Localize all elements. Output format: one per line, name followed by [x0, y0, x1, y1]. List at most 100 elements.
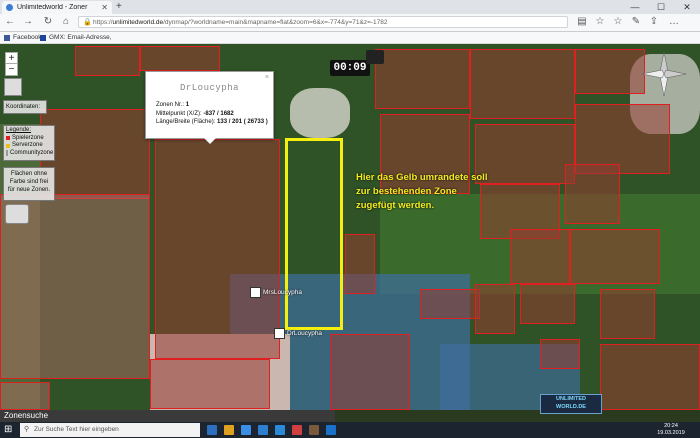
player-head-icon	[250, 287, 261, 298]
zone-claim[interactable]	[40, 109, 150, 199]
zone-claim[interactable]	[375, 49, 470, 109]
legend-item: Spielerzone	[6, 135, 52, 143]
zone-claim[interactable]	[75, 46, 140, 76]
annotation-line: zugefügt werden.	[356, 200, 435, 211]
task-view-icon[interactable]	[207, 425, 217, 435]
zone-claim[interactable]	[510, 229, 570, 284]
minecraft-icon[interactable]	[309, 425, 319, 435]
zone-claim[interactable]	[470, 49, 575, 119]
zone-info-popup: × DrLoucypha Zonen Nr.: 1 Mittelpunkt (X…	[145, 71, 274, 144]
favorite-star-icon[interactable]: ☆	[594, 16, 606, 27]
zone-search-bar[interactable]: Zonensuche	[0, 410, 335, 422]
bookmark-label: GMX: Email-Adresse,	[49, 34, 112, 41]
legend-title: Legende:	[6, 127, 32, 133]
popup-row-label: Länge/Breite (Fläche):	[156, 119, 216, 125]
app-icon[interactable]	[292, 425, 302, 435]
zone-claim[interactable]	[540, 339, 580, 369]
info-panel: Flächen ohne Farbe sind frei für neue Zo…	[3, 167, 55, 201]
legend-swatch	[6, 150, 8, 157]
close-popup-icon[interactable]: ×	[265, 74, 269, 81]
tab-title: Unlimitedworld - Zoner	[17, 4, 88, 11]
facebook-icon	[4, 34, 10, 41]
popup-row-value: 133 / 201 ( 26733 )	[217, 119, 268, 125]
legend-label: Spielerzone	[12, 134, 44, 141]
zone-claim[interactable]	[565, 164, 620, 224]
marker-label: MrsLoucypha	[263, 289, 303, 296]
gmx-icon	[40, 34, 46, 41]
zone-claim-drloucypha[interactable]	[155, 139, 280, 359]
close-tab-icon[interactable]: ✕	[101, 3, 108, 12]
legend-label: Communityzone	[10, 149, 54, 156]
dynmap-view[interactable]: Hier das Gelb umrandete soll zur bestehe…	[0, 44, 700, 410]
zone-claim[interactable]	[420, 289, 480, 319]
windows-start-icon[interactable]: ⊞	[4, 424, 16, 436]
back-icon[interactable]: ←	[4, 16, 16, 27]
new-tab-icon[interactable]: +	[116, 1, 122, 12]
annotation-line: zur bestehenden Zone	[356, 186, 457, 197]
legend-item: Communityzone	[6, 149, 54, 158]
zone-claim[interactable]	[150, 359, 270, 409]
zone-claim[interactable]	[140, 46, 220, 71]
info-text: Flächen ohne Farbe sind frei für neue Zo…	[7, 171, 51, 193]
clock-time: 20:24	[664, 423, 678, 429]
zone-claim[interactable]	[330, 334, 410, 410]
more-icon[interactable]: …	[668, 16, 680, 27]
legend-swatch	[6, 143, 10, 148]
clock-date: 19.03.2019	[657, 430, 685, 436]
forward-icon[interactable]: →	[22, 16, 34, 27]
zone-search-label: Zonensuche	[4, 411, 49, 420]
zone-claim[interactable]	[575, 49, 645, 94]
legend-item: Serverzone	[6, 142, 52, 150]
popup-row-value: 1	[185, 102, 190, 108]
zone-claim[interactable]	[600, 289, 655, 339]
store-icon[interactable]	[275, 425, 285, 435]
popup-row-label: Mittelpunkt (X/Z):	[156, 110, 202, 117]
timer-display: 00:09	[330, 60, 370, 76]
logo-text: WORLD.DE	[556, 404, 586, 410]
home-icon[interactable]: ⌂	[60, 16, 72, 27]
edge-icon[interactable]	[241, 425, 251, 435]
favorites-bar-icon[interactable]: ☆	[612, 16, 624, 27]
layers-icon[interactable]	[4, 78, 22, 96]
notes-icon[interactable]: ✎	[630, 16, 642, 27]
mail-icon[interactable]	[258, 425, 268, 435]
minimize-icon[interactable]: —	[622, 0, 648, 14]
bookmark-label: Facebook	[13, 34, 42, 41]
reload-icon[interactable]: ↻	[42, 16, 54, 27]
file-explorer-icon[interactable]	[224, 425, 234, 435]
annotation-line: Hier das Gelb umrandete soll	[356, 172, 488, 183]
legend-swatch	[6, 136, 10, 141]
popup-row-label: Zonen Nr.:	[156, 102, 185, 108]
bookmark-facebook[interactable]: Facebook	[4, 34, 42, 41]
zone-claim[interactable]	[570, 229, 660, 284]
taskbar-search-input[interactable]: ⚲ Zur Suche Text hier eingeben	[20, 423, 200, 437]
taskbar-clock[interactable]: 20:24 19.03.2019	[646, 423, 696, 437]
popup-row-value: -837 / 1682	[203, 110, 234, 117]
zone-claim[interactable]	[0, 382, 50, 410]
url-host: unlimitedworld.de	[112, 19, 164, 26]
camera-icon[interactable]	[366, 50, 384, 64]
reader-icon[interactable]: ▤	[576, 16, 588, 27]
address-bar[interactable]: 🔒 https://unlimitedworld.de/dynmap/?worl…	[78, 16, 568, 28]
search-placeholder: Zur Suche Text hier eingeben	[34, 426, 119, 433]
favicon-icon	[6, 4, 13, 11]
legend-panel: Legende: Spielerzone Serverzone Communit…	[3, 125, 55, 161]
close-window-icon[interactable]: ✕	[674, 0, 700, 14]
popup-row: Länge/Breite (Fläche): 133 / 201 ( 26733…	[146, 118, 273, 127]
zone-claim[interactable]	[345, 234, 375, 294]
app-icon[interactable]	[326, 425, 336, 435]
search-icon: ⚲	[24, 426, 30, 433]
maximize-icon[interactable]: ☐	[648, 0, 674, 14]
sign-icon[interactable]	[5, 204, 29, 224]
zone-claim[interactable]	[520, 284, 575, 324]
popup-row: Zonen Nr.: 1	[146, 101, 273, 110]
zone-marker[interactable]: DrLoucypha	[274, 328, 322, 339]
bookmark-gmx[interactable]: GMX: Email-Adresse,	[40, 34, 112, 41]
zone-sign-icon	[274, 328, 285, 339]
zoom-out-button[interactable]: −	[5, 63, 18, 76]
browser-tab[interactable]: Unlimitedworld - Zoner ✕	[2, 1, 112, 14]
player-marker[interactable]: MrsLoucypha	[250, 287, 302, 298]
zone-claim[interactable]	[600, 344, 700, 410]
zone-claim[interactable]	[475, 284, 515, 334]
share-icon[interactable]: ⇪	[648, 16, 660, 27]
